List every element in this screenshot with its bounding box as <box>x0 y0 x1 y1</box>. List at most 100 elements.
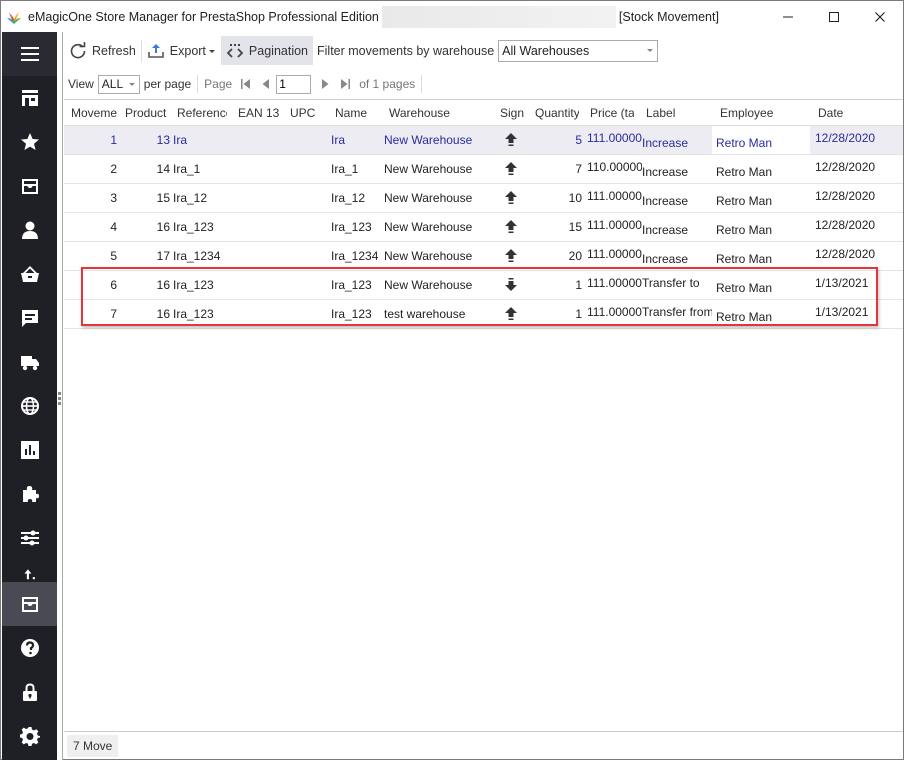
first-page-button[interactable] <box>236 74 256 94</box>
cell-product: 17 <box>125 242 170 270</box>
sidebar-item-menu[interactable] <box>2 32 57 76</box>
column-header-movement[interactable]: Moveme <box>71 106 121 120</box>
table-row[interactable]: 7 16 Ira_123 Ira_123 test warehouse 1 111.0000… <box>64 300 903 329</box>
page-number-input[interactable] <box>276 74 312 94</box>
app-window: eMagicOne Store Manager for PrestaShop P… <box>0 0 904 760</box>
app-title: eMagicOne Store Manager for PrestaShop P… <box>28 9 379 24</box>
sidebar-item-orders[interactable] <box>2 252 57 296</box>
sidebar-item-shipping[interactable] <box>2 340 57 384</box>
last-page-button[interactable] <box>335 74 355 94</box>
cell-ean13 <box>238 300 284 328</box>
sidebar-item-reports[interactable] <box>2 428 57 472</box>
warehouse-filter-value: All Warehouses <box>502 43 590 58</box>
pager-bar: View ALL per page Page of 1 pages <box>64 72 424 96</box>
chevron-down-icon <box>128 82 135 86</box>
cell-label-text: Increase <box>642 165 689 179</box>
sidebar-item-store[interactable] <box>2 76 57 120</box>
cell-name-text: Ira_1234 <box>331 249 379 263</box>
table-row[interactable]: 6 16 Ira_123 Ira_123 New Warehouse 1 111.00000… <box>64 271 903 300</box>
inbox-icon <box>21 179 38 194</box>
maximize-button[interactable] <box>811 1 857 32</box>
page-label: Page <box>204 77 233 91</box>
table-row[interactable]: 2 14 Ira_1 Ira_1 New Warehouse 7 110.00000 Incr… <box>64 155 903 184</box>
cell-warehouse: New Warehouse <box>384 184 494 212</box>
pager-separator <box>197 75 199 93</box>
sidebar-item-sliders[interactable] <box>2 516 57 560</box>
cell-price-text: 111.00000 <box>587 189 642 203</box>
column-header-date[interactable]: Date <box>818 106 878 120</box>
minimize-button[interactable] <box>765 1 811 32</box>
cell-label-text: Transfer to <box>642 276 700 290</box>
cell-date: 12/28/2020 <box>815 213 895 241</box>
cell-warehouse: New Warehouse <box>384 242 494 270</box>
sidebar-item-help[interactable] <box>2 626 57 670</box>
sidebar-item-favorites[interactable] <box>2 120 57 164</box>
cell-product-text: 17 <box>156 249 170 263</box>
cell-name-text: Ira_123 <box>331 220 372 234</box>
cell-price: 110.00000 <box>587 155 642 183</box>
export-button[interactable]: Export <box>142 36 221 65</box>
close-icon <box>875 11 885 22</box>
cell-date: 1/13/2021 <box>815 271 895 299</box>
cell-movement-text: 7 <box>110 307 117 321</box>
column-header-product[interactable]: Product <box>125 106 173 120</box>
sidebar <box>2 32 57 760</box>
column-header-upc[interactable]: UPC <box>290 106 330 120</box>
refresh-button[interactable]: Refresh <box>64 36 141 65</box>
column-header-sign[interactable]: Sign <box>500 106 530 120</box>
cell-employee: Retro Man <box>712 300 810 328</box>
column-header-quantity[interactable]: Quantity <box>535 106 579 120</box>
column-header-price[interactable]: Price (tax <box>590 106 634 120</box>
cell-movement-text: 6 <box>110 278 117 292</box>
sidebar-item-settings[interactable] <box>2 714 57 758</box>
per-page-label: per page <box>143 77 192 91</box>
pagination-button[interactable]: Pagination <box>220 36 313 65</box>
stock-movement-grid: Moveme Product Reference EAN 13 UPC Name… <box>64 99 903 731</box>
cell-employee-text: Retro Man <box>716 136 773 150</box>
column-header-reference[interactable]: Reference <box>177 106 227 120</box>
warehouse-filter-select[interactable]: All Warehouses <box>498 39 659 62</box>
sidebar-item-catalog[interactable] <box>2 164 57 208</box>
cell-warehouse-text: test warehouse <box>384 307 466 321</box>
prev-page-button[interactable] <box>256 74 276 94</box>
cell-price: 111.00000 <box>587 184 642 212</box>
cell-movement-text: 2 <box>110 162 117 176</box>
cell-ean13 <box>238 242 284 270</box>
cell-label-text: Increase <box>642 252 689 266</box>
cell-name: Ira_1234 <box>331 242 385 270</box>
cell-date-text: 1/13/2021 <box>815 305 869 319</box>
sidebar-item-import-export[interactable] <box>2 560 57 582</box>
sidebar-item-security[interactable] <box>2 670 57 714</box>
close-button[interactable] <box>857 1 903 32</box>
sidebar-item-customers[interactable] <box>2 208 57 252</box>
table-row[interactable]: 4 16 Ira_123 Ira_123 New Warehouse 15 111.0000… <box>64 213 903 242</box>
column-header-ean13[interactable]: EAN 13 <box>238 106 284 120</box>
view-select[interactable]: ALL <box>97 74 140 94</box>
table-row[interactable]: 1 13 Ira Ira New Warehouse 5 111.00000 Increase… <box>64 126 903 155</box>
arrow-up-icon <box>505 307 517 320</box>
column-header-warehouse[interactable]: Warehouse <box>389 106 489 120</box>
table-row[interactable]: 5 17 Ira_1234 Ira_1234 New Warehouse 20 111.00… <box>64 242 903 271</box>
prev-page-icon <box>262 79 270 89</box>
sidebar-splitter[interactable] <box>57 32 63 760</box>
cell-upc <box>290 271 330 299</box>
cell-label: Transfer to <box>642 271 712 299</box>
cell-name-text: Ira_1 <box>331 162 359 176</box>
cell-name: Ira_1 <box>331 155 385 183</box>
table-row[interactable]: 3 15 Ira_12 Ira_12 New Warehouse 10 111.00000 I… <box>64 184 903 213</box>
cell-reference-text: Ira_1 <box>173 162 201 176</box>
column-header-employee[interactable]: Employee <box>720 106 800 120</box>
next-page-icon <box>322 79 329 89</box>
column-header-label[interactable]: Label <box>646 106 706 120</box>
sidebar-item-messages[interactable] <box>2 296 57 340</box>
cell-name-text: Ira_123 <box>331 307 372 321</box>
cell-date-text: 12/28/2020 <box>815 189 876 203</box>
sidebar-item-localization[interactable] <box>2 384 57 428</box>
sidebar-item-stock[interactable] <box>2 582 57 626</box>
next-page-button[interactable] <box>315 74 335 94</box>
star-icon <box>20 133 39 150</box>
column-header-name[interactable]: Name <box>335 106 381 120</box>
view-value: ALL <box>101 77 124 91</box>
arrow-up-icon <box>505 220 517 233</box>
sidebar-item-addons[interactable] <box>2 472 57 516</box>
